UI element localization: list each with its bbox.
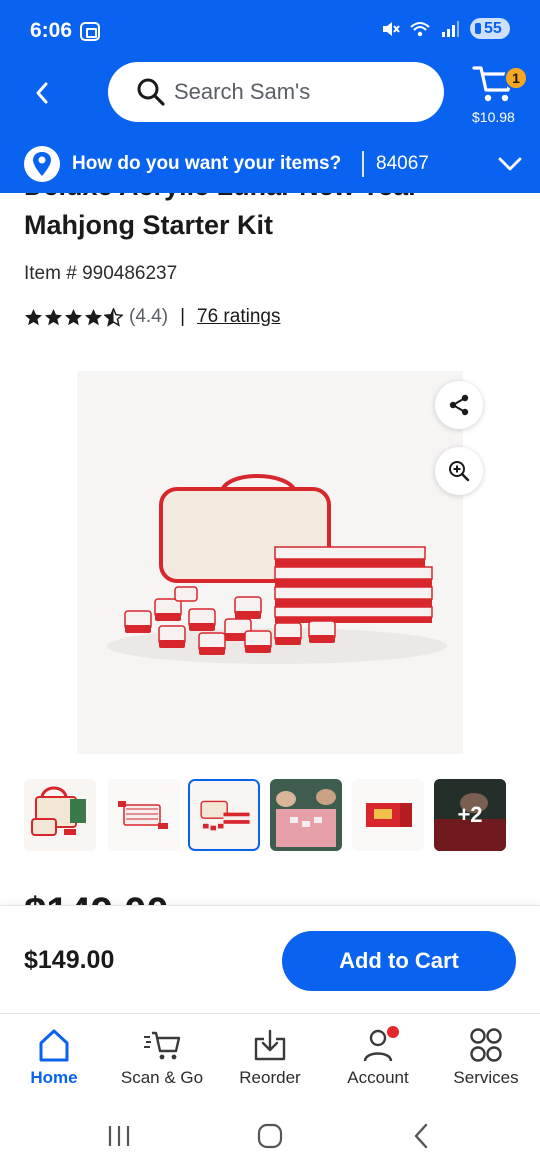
back-button[interactable] bbox=[28, 79, 56, 107]
back-system-icon[interactable] bbox=[406, 1121, 436, 1151]
search-placeholder: Search Sam's bbox=[174, 79, 311, 104]
thumbnail-more[interactable]: +2 bbox=[434, 779, 506, 851]
bottom-navigation: Home Scan & Go Reorder Account Services bbox=[0, 1013, 540, 1105]
rating-separator: | bbox=[180, 306, 186, 327]
signal-icon bbox=[442, 20, 459, 37]
rating-row: (4.4) | 76 ratings bbox=[24, 306, 280, 328]
star-half-icon bbox=[104, 307, 123, 327]
product-details: Deluxe Acrylic Lunar New Year Mahjong St… bbox=[0, 193, 540, 905]
home-icon bbox=[39, 1029, 69, 1062]
chevron-left-icon bbox=[36, 82, 48, 104]
cart-count-badge: 1 bbox=[504, 66, 528, 90]
wifi-icon bbox=[410, 21, 430, 36]
delivery-question: How do you want your items? bbox=[72, 153, 342, 174]
screen-record-icon bbox=[80, 22, 100, 41]
mute-icon bbox=[383, 21, 400, 36]
status-bar: 6:06 55 bbox=[0, 0, 540, 62]
nav-home[interactable]: Home bbox=[0, 1014, 108, 1106]
search-input[interactable]: Search Sam's bbox=[108, 62, 444, 122]
star-rating bbox=[24, 307, 123, 327]
zoom-button[interactable] bbox=[435, 447, 483, 495]
search-icon bbox=[137, 78, 165, 106]
nav-label: Services bbox=[453, 1068, 519, 1087]
nav-label: Reorder bbox=[239, 1068, 301, 1087]
nav-services[interactable]: Services bbox=[432, 1014, 540, 1106]
battery-indicator: 55 bbox=[470, 18, 510, 39]
status-time: 6:06 bbox=[30, 19, 73, 42]
thumbnail[interactable] bbox=[270, 779, 342, 851]
nav-label: Account bbox=[347, 1068, 409, 1087]
share-icon bbox=[449, 394, 469, 416]
nav-label: Scan & Go bbox=[120, 1068, 204, 1087]
services-icon bbox=[470, 1028, 502, 1062]
scan-cart-icon bbox=[144, 1031, 181, 1060]
divider bbox=[362, 151, 364, 177]
star-full-icon bbox=[64, 308, 83, 325]
add-to-cart-bar: $149.00 Add to Cart bbox=[0, 905, 540, 1013]
tile-stack bbox=[274, 546, 433, 623]
home-system-icon[interactable] bbox=[255, 1121, 285, 1151]
zoom-in-icon bbox=[449, 461, 470, 482]
location-pin-icon bbox=[24, 146, 60, 182]
thumbnail-selected[interactable] bbox=[188, 779, 260, 851]
thumbnail[interactable] bbox=[352, 779, 424, 851]
chevron-down-icon bbox=[498, 157, 522, 171]
product-title: Mahjong Starter Kit bbox=[24, 210, 274, 240]
status-indicators: 55 bbox=[380, 18, 510, 39]
mahjong-set-illustration bbox=[107, 474, 447, 664]
cart-button[interactable]: 1 $10.98 bbox=[468, 62, 528, 128]
star-full-icon bbox=[24, 308, 43, 325]
nav-reorder[interactable]: Reorder bbox=[216, 1014, 324, 1106]
share-button[interactable] bbox=[435, 381, 483, 429]
item-number: Item # 990486237 bbox=[24, 263, 178, 284]
nav-account[interactable]: Account bbox=[324, 1014, 432, 1106]
product-title-line-cut: Deluxe Acrylic Lunar New Year bbox=[24, 193, 419, 202]
reorder-icon bbox=[254, 1029, 286, 1061]
thumbnail[interactable] bbox=[24, 779, 96, 851]
delivery-selector[interactable]: How do you want your items? 84067 bbox=[0, 137, 540, 193]
add-to-cart-button[interactable]: Add to Cart bbox=[282, 931, 516, 991]
zip-code: 84067 bbox=[376, 153, 429, 174]
image-thumbnails: +2 bbox=[24, 779, 516, 851]
nav-scan-go[interactable]: Scan & Go bbox=[108, 1014, 216, 1106]
rating-value: (4.4) bbox=[129, 306, 169, 327]
notification-dot bbox=[387, 1026, 399, 1038]
cart-total: $10.98 bbox=[472, 109, 515, 125]
nav-label: Home bbox=[30, 1068, 78, 1087]
recent-apps-icon[interactable] bbox=[104, 1121, 134, 1151]
price: $149.00 bbox=[24, 946, 115, 974]
thumbnail[interactable] bbox=[108, 779, 180, 851]
star-full-icon bbox=[84, 308, 103, 325]
system-navigation-bar bbox=[0, 1105, 540, 1170]
star-full-icon bbox=[44, 308, 63, 325]
product-price-cut: $149.00 bbox=[24, 890, 169, 905]
app-header: 6:06 55 Search Sam's 1 $10.98 How do you… bbox=[0, 0, 540, 193]
ratings-link[interactable]: 76 ratings bbox=[197, 306, 280, 328]
more-images-count: +2 bbox=[434, 779, 506, 851]
product-image[interactable] bbox=[77, 371, 463, 754]
